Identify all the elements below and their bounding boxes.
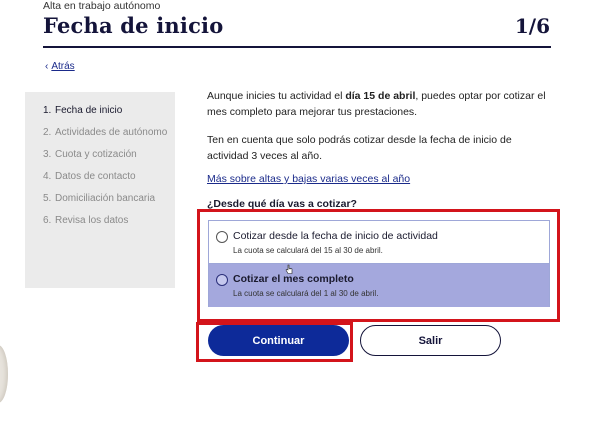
back-link[interactable]: ‹ Atrás [45, 61, 75, 72]
intro-text: Aunque inicies tu actividad el día 15 de… [207, 88, 552, 120]
chevron-left-icon: ‹ [45, 61, 49, 72]
sidebar-item-fecha-inicio: 1. Fecha de inicio [25, 104, 175, 117]
sidebar-item-cuota: 3. Cuota y cotización [25, 148, 175, 161]
back-link-label: Atrás [51, 61, 75, 72]
page-title: Fecha de inicio [43, 13, 224, 38]
intro-start-date: día 15 de abril [345, 90, 416, 102]
page-kicker: Alta en trabajo autónomo [43, 0, 161, 12]
step-label: Datos de contacto [55, 171, 136, 182]
step-counter: 1/6 [514, 14, 550, 38]
step-label: Revisa los datos [55, 215, 129, 226]
exit-button[interactable]: Salir [360, 325, 501, 356]
step-number: 3. [43, 149, 52, 160]
step-number: 6. [43, 215, 52, 226]
step-number: 4. [43, 171, 52, 182]
intro-text-start: Aunque inicies tu actividad el [207, 90, 346, 102]
quote-options-group: Cotizar desde la fecha de inicio de acti… [208, 220, 550, 307]
sidebar-item-revisa: 6. Revisa los datos [25, 214, 175, 227]
step-label: Fecha de inicio [55, 105, 123, 116]
option-full-month[interactable]: Cotizar el mes completo La cuota se calc… [209, 264, 549, 307]
radio-icon[interactable] [216, 274, 228, 286]
step-number: 2. [43, 127, 52, 138]
sidebar-item-domiciliacion: 5. Domiciliación bancaria [25, 192, 175, 205]
sidebar-item-contacto: 4. Datos de contacto [25, 170, 175, 183]
option-subtitle: La cuota se calculará del 1 al 30 de abr… [233, 289, 379, 298]
option-title: Cotizar desde la fecha de inicio de acti… [233, 230, 438, 242]
limit-note: Ten en cuenta que solo podrás cotizar de… [207, 134, 512, 162]
edge-object [0, 345, 8, 403]
option-start-date[interactable]: Cotizar desde la fecha de inicio de acti… [209, 221, 549, 264]
radio-icon[interactable] [216, 231, 228, 243]
header-divider [43, 46, 551, 48]
option-title: Cotizar el mes completo [233, 273, 354, 285]
steps-sidebar: 1. Fecha de inicio 2. Actividades de aut… [25, 92, 175, 288]
hand-cursor-icon [285, 264, 293, 274]
more-info-link[interactable]: Más sobre altas y bajas varias veces al … [207, 171, 410, 187]
step-label: Domiciliación bancaria [55, 193, 156, 204]
step-label: Cuota y cotización [55, 149, 137, 160]
option-subtitle: La cuota se calculará del 15 al 30 de ab… [233, 246, 383, 255]
step-number: 1. [43, 105, 52, 116]
step-number: 5. [43, 193, 52, 204]
sidebar-item-actividades: 2. Actividades de autónomo [25, 126, 175, 139]
step-label: Actividades de autónomo [55, 127, 168, 138]
continue-button[interactable]: Continuar [208, 325, 349, 356]
